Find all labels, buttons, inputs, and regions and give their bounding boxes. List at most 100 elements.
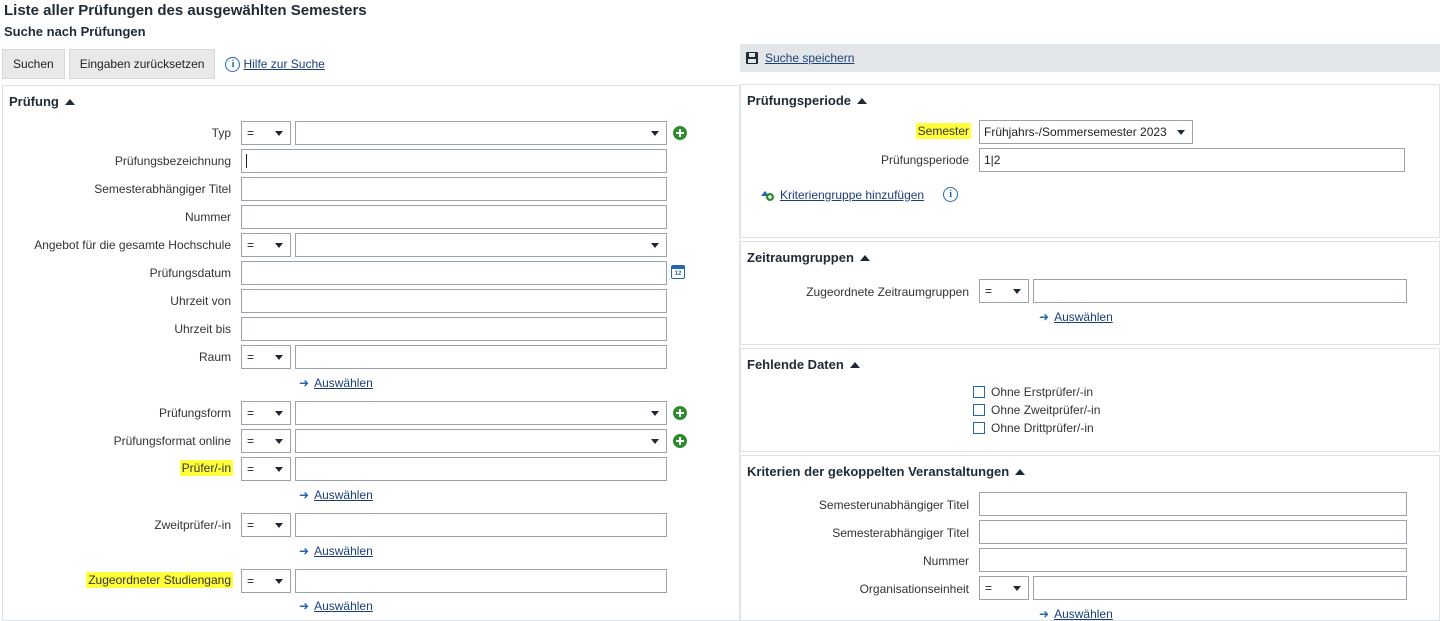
gek-nummer-label: Nummer	[922, 554, 969, 568]
save-search-link[interactable]: Suche speichern	[765, 51, 854, 65]
semunabh-input[interactable]	[979, 492, 1407, 516]
criteria-group-icon	[759, 188, 775, 202]
semabh-label: Semesterabhängiger Titel	[832, 526, 969, 540]
reset-button[interactable]: Eingaben zurücksetzen	[68, 49, 216, 79]
info-icon: i	[225, 56, 241, 72]
periode-panel: Prüfungsperiode Semester Frühjahrs-/Somm…	[740, 84, 1440, 238]
pruefung-panel: Prüfung Typ = Prüfungsbezeichnung Semest…	[2, 85, 740, 621]
chevron-down-icon	[1177, 130, 1185, 135]
raum-operator-select[interactable]: =	[241, 345, 291, 369]
help-link-label[interactable]: Hilfe zur Suche	[243, 57, 324, 71]
arrow-right-icon: ➜	[1039, 607, 1050, 621]
chevron-down-icon	[651, 439, 659, 444]
raum-auswaehlen-link[interactable]: ➜ Auswählen	[299, 376, 373, 390]
chevron-down-icon	[275, 411, 283, 416]
angebot-select[interactable]	[295, 233, 667, 257]
save-search-bar: Suche speichern	[740, 44, 1440, 72]
typ-operator-select[interactable]: =	[241, 121, 291, 145]
semabh-input[interactable]	[979, 520, 1407, 544]
org-input[interactable]	[1033, 576, 1407, 600]
kriteriengruppe-link[interactable]: Kriteriengruppe hinzufügen i	[759, 187, 959, 202]
format-operator-select[interactable]: =	[241, 429, 291, 453]
periode-heading[interactable]: Prüfungsperiode	[747, 93, 868, 108]
chevron-down-icon	[651, 243, 659, 248]
page-subtitle: Suche nach Prüfungen	[4, 24, 146, 39]
format-label: Prüfungsformat online	[113, 434, 231, 448]
fehlend-heading[interactable]: Fehlende Daten	[747, 357, 860, 372]
zweitpruefer-operator-select[interactable]: =	[241, 513, 291, 537]
chevron-down-icon	[275, 523, 283, 528]
add-typ-plus-icon[interactable]	[673, 126, 687, 140]
arrow-right-icon: ➜	[1039, 310, 1050, 324]
zeitraum-input[interactable]	[1033, 279, 1407, 303]
zeitraum-operator-select[interactable]: =	[979, 279, 1029, 303]
arrow-right-icon: ➜	[299, 544, 310, 558]
add-form-plus-icon[interactable]	[673, 406, 687, 420]
zeitraum-heading[interactable]: Zeitraumgruppen	[747, 250, 870, 265]
angebot-label: Angebot für die gesamte Hochschule	[34, 238, 231, 252]
checkbox-ohne-drittpruefer[interactable]: Ohne Drittprüfer/-in	[973, 421, 1094, 435]
collapse-caret-icon	[857, 97, 868, 104]
gekoppelt-heading[interactable]: Kriterien der gekoppelten Veranstaltunge…	[747, 464, 1026, 479]
studiengang-auswaehlen-link[interactable]: ➜ Auswählen	[299, 599, 373, 613]
checkbox-ohne-zweitpruefer[interactable]: Ohne Zweitprüfer/-in	[973, 403, 1100, 417]
org-operator-select[interactable]: =	[979, 576, 1029, 600]
org-auswaehlen-link[interactable]: ➜ Auswählen	[1039, 607, 1113, 621]
chevron-down-icon	[1013, 289, 1021, 294]
semunabh-label: Semesterunabhängiger Titel	[818, 498, 969, 512]
chevron-down-icon	[651, 411, 659, 416]
nummer-input[interactable]	[241, 205, 667, 229]
semtitel-input[interactable]	[241, 177, 667, 201]
periode-input[interactable]: 1|2	[979, 148, 1405, 172]
chevron-down-icon	[275, 355, 283, 360]
zweitpruefer-label: Zweitprüfer/-in	[154, 518, 231, 532]
save-icon	[746, 52, 758, 64]
checkbox-ohne-erstpruefer[interactable]: Ohne Erstprüfer/-in	[973, 385, 1093, 399]
datum-label: Prüfungsdatum	[149, 266, 231, 280]
gek-nummer-input[interactable]	[979, 548, 1407, 572]
checkbox[interactable]	[973, 386, 985, 398]
typ-select[interactable]	[295, 121, 667, 145]
form-label: Prüfungsform	[158, 406, 231, 420]
chevron-down-icon	[275, 243, 283, 248]
pruefer-operator-select[interactable]: =	[241, 457, 291, 481]
pruefung-heading[interactable]: Prüfung	[9, 94, 75, 109]
pruefer-auswaehlen-link[interactable]: ➜ Auswählen	[299, 488, 373, 502]
checkbox[interactable]	[973, 422, 985, 434]
zeit-bis-input[interactable]	[241, 317, 667, 341]
studiengang-operator-select[interactable]: =	[241, 569, 291, 593]
raum-input[interactable]	[295, 345, 667, 369]
zeitraum-label: Zugeordnete Zeitraumgruppen	[806, 285, 969, 299]
form-operator-select[interactable]: =	[241, 401, 291, 425]
help-link[interactable]: i Hilfe zur Suche	[225, 56, 325, 72]
zeit-von-input[interactable]	[241, 289, 667, 313]
add-format-plus-icon[interactable]	[673, 434, 687, 448]
bezeichnung-label: Prüfungsbezeichnung	[114, 154, 231, 168]
form-select[interactable]	[295, 401, 667, 425]
zweitpruefer-auswaehlen-link[interactable]: ➜ Auswählen	[299, 544, 373, 558]
chevron-down-icon	[275, 439, 283, 444]
info-icon[interactable]: i	[943, 187, 959, 202]
semester-select[interactable]: Frühjahrs-/Sommersemester 2023	[979, 120, 1193, 144]
calendar-icon[interactable]: 12	[671, 265, 685, 279]
datum-input[interactable]	[241, 261, 667, 285]
fehlend-panel: Fehlende Daten Ohne Erstprüfer/-in Ohne …	[740, 348, 1440, 452]
format-select[interactable]	[295, 429, 667, 453]
bezeichnung-input[interactable]	[241, 149, 667, 173]
zweitpruefer-input[interactable]	[295, 513, 667, 537]
text-cursor	[246, 154, 247, 168]
arrow-right-icon: ➜	[299, 599, 310, 613]
chevron-down-icon	[651, 131, 659, 136]
zeitraum-auswaehlen-link[interactable]: ➜ Auswählen	[1039, 310, 1113, 324]
angebot-operator-select[interactable]: =	[241, 233, 291, 257]
pruefer-input[interactable]	[295, 457, 667, 481]
search-button[interactable]: Suchen	[2, 49, 65, 79]
checkbox[interactable]	[973, 404, 985, 416]
studiengang-input[interactable]	[295, 569, 667, 593]
gekoppelt-panel: Kriterien der gekoppelten Veranstaltunge…	[740, 455, 1440, 621]
periode-label: Prüfungsperiode	[880, 153, 969, 167]
arrow-right-icon: ➜	[299, 376, 310, 390]
org-label: Organisationseinheit	[859, 582, 969, 596]
semtitel-label: Semesterabhängiger Titel	[94, 182, 231, 196]
studiengang-label: Zugeordneter Studiengang	[86, 572, 233, 588]
